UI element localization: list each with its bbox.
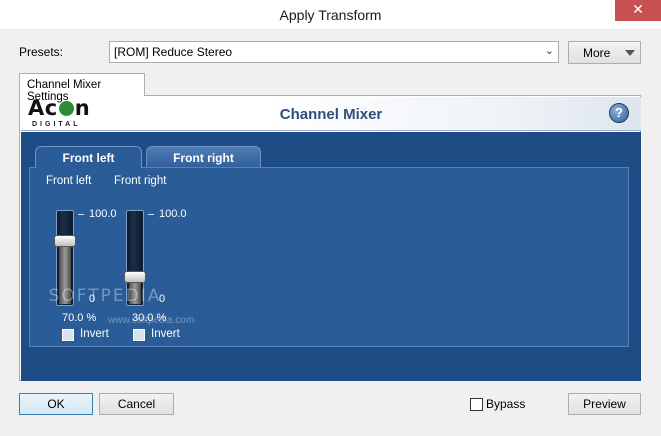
tab-channel-mixer-settings[interactable]: Channel Mixer Settings bbox=[19, 73, 145, 103]
tab-front-right[interactable]: Front right bbox=[146, 146, 261, 168]
invert-label: Invert bbox=[151, 328, 180, 340]
tab-label: Channel Mixer Settings bbox=[27, 79, 102, 103]
bypass-checkbox[interactable] bbox=[470, 398, 483, 411]
more-button[interactable]: More bbox=[568, 41, 641, 64]
value-front-right: 30.0 % bbox=[132, 312, 167, 324]
presets-value: [ROM] Reduce Stereo bbox=[114, 45, 233, 59]
slider-knob[interactable] bbox=[124, 271, 146, 283]
presets-label: Presets: bbox=[19, 45, 64, 59]
softpedia-watermark: SOFTPEDIA bbox=[48, 286, 162, 306]
ok-button[interactable]: OK bbox=[19, 393, 93, 415]
title-bar: Apply Transform ✕ bbox=[0, 0, 661, 30]
channel-label-front-left: Front left bbox=[46, 175, 92, 187]
scale-max-label: 100.0 bbox=[159, 208, 187, 220]
invert-label: Invert bbox=[80, 328, 109, 340]
close-button[interactable]: ✕ bbox=[615, 0, 661, 21]
value-front-left: 70.0 % bbox=[62, 312, 97, 324]
invert-checkbox-front-right[interactable] bbox=[133, 329, 145, 341]
scale-max-label: 100.0 bbox=[89, 208, 117, 220]
bypass-label: Bypass bbox=[486, 397, 526, 411]
help-icon[interactable]: ? bbox=[609, 103, 629, 123]
channel-panel: Front left Front right 100.0 0 100.0 0 S… bbox=[29, 167, 629, 347]
presets-dropdown[interactable]: [ROM] Reduce Stereo ⌄ bbox=[109, 41, 559, 63]
slider-knob[interactable] bbox=[54, 235, 76, 247]
window-title: Apply Transform bbox=[279, 7, 382, 23]
tab-front-left[interactable]: Front left bbox=[35, 146, 142, 168]
cancel-button[interactable]: Cancel bbox=[99, 393, 174, 415]
plugin-title: Channel Mixer bbox=[279, 106, 383, 123]
settings-panel: Ac n DIGITAL Channel Mixer ? Front left F… bbox=[19, 95, 641, 381]
dropdown-arrow-icon bbox=[625, 50, 635, 56]
chevron-down-icon: ⌄ bbox=[544, 44, 554, 57]
channel-label-front-right: Front right bbox=[114, 175, 167, 187]
more-label: More bbox=[583, 46, 611, 60]
mixer-area: Front left Front right Front left Front … bbox=[21, 132, 641, 381]
invert-checkbox-front-left[interactable] bbox=[62, 329, 74, 341]
preview-button[interactable]: Preview bbox=[568, 393, 641, 415]
